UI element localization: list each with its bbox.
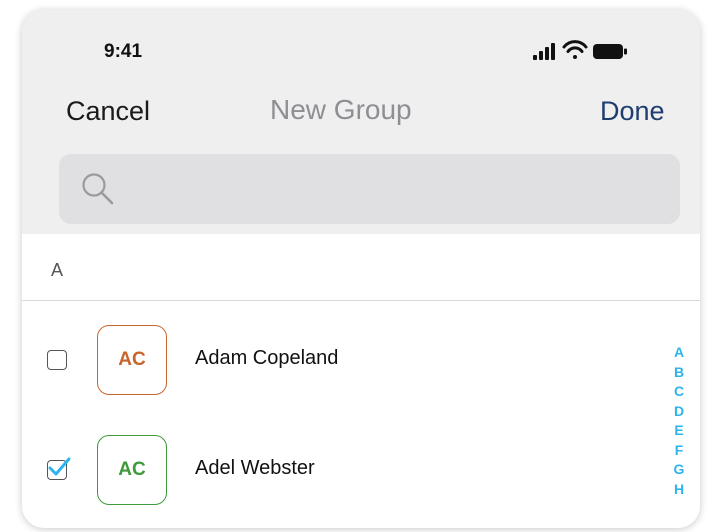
contact-checkbox[interactable] — [47, 350, 67, 370]
index-letter-f[interactable]: F — [675, 441, 684, 461]
status-icons — [533, 40, 627, 60]
index-letter-a[interactable]: A — [674, 343, 684, 363]
index-letter-d[interactable]: D — [674, 402, 684, 422]
section-header: A — [22, 234, 700, 301]
avatar-initials: AC — [118, 349, 146, 370]
avatar: AC — [97, 435, 167, 505]
index-letter-e[interactable]: E — [674, 421, 683, 441]
signal-icon — [533, 43, 555, 60]
index-letter-g[interactable]: G — [674, 460, 685, 480]
battery-icon — [593, 44, 627, 59]
search-input[interactable] — [121, 172, 665, 208]
checkmark-icon — [48, 457, 71, 476]
contact-checkbox-checked[interactable] — [47, 457, 71, 480]
search-icon — [82, 173, 114, 205]
contact-name: Adel Webster — [195, 457, 315, 479]
section-letter: A — [51, 260, 64, 280]
contact-name: Adam Copeland — [195, 347, 339, 369]
done-button[interactable]: Done — [600, 96, 665, 127]
page-title: New Group — [270, 94, 412, 125]
cancel-button[interactable]: Cancel — [66, 96, 150, 127]
index-letter-c[interactable]: C — [674, 382, 684, 402]
contact-row[interactable]: AC Adam Copeland — [22, 310, 662, 410]
avatar: AC — [97, 325, 167, 395]
index-letter-b[interactable]: B — [674, 363, 684, 383]
top-bar: 9:41 Cancel New Group Done — [22, 10, 700, 234]
wifi-icon — [562, 40, 588, 59]
phone-screen: 9:41 Cancel New Group Done A AC Adam Cop… — [22, 10, 700, 528]
search-bar[interactable] — [59, 154, 680, 224]
alphabet-index[interactable]: A B C D E F G H — [669, 343, 689, 499]
contact-row[interactable]: AC Adel Webster — [22, 420, 662, 520]
status-time: 9:41 — [104, 41, 143, 62]
index-letter-h[interactable]: H — [674, 480, 684, 500]
avatar-initials: AC — [118, 459, 146, 480]
